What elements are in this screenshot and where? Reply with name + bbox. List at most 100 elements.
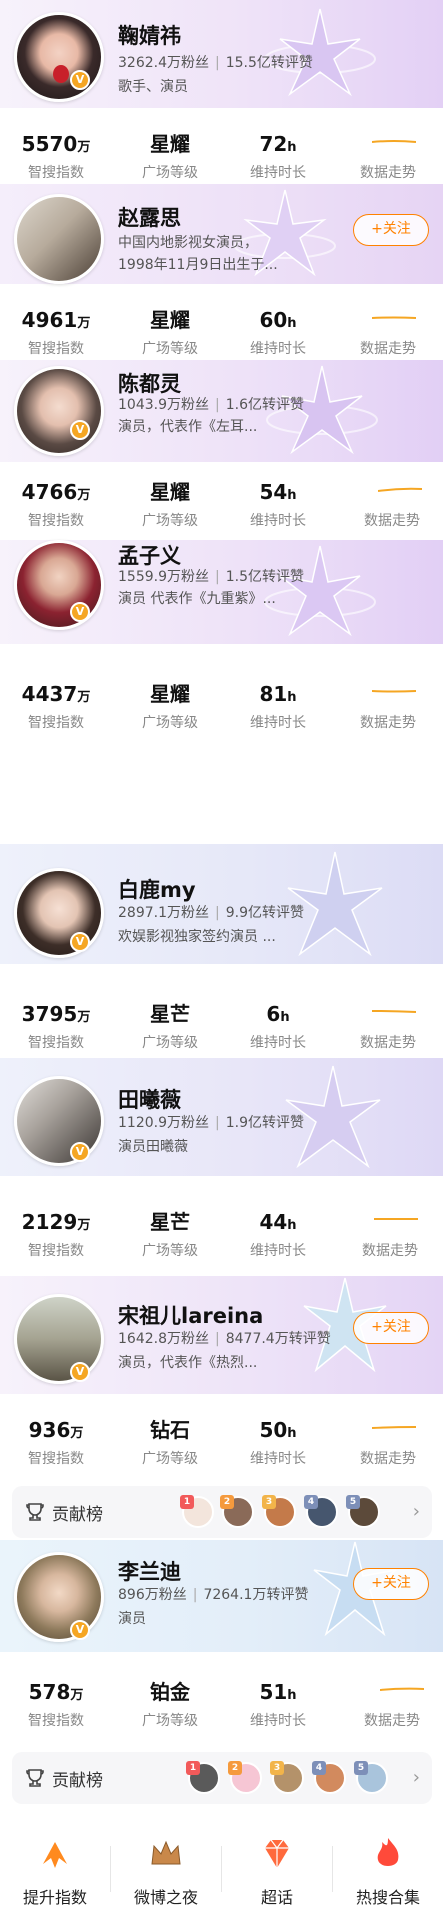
follow-button[interactable]: +关注 (353, 1312, 429, 1344)
verified-badge-icon: V (70, 70, 90, 90)
trend-label[interactable]: 数据走势 (342, 1710, 442, 1730)
fans-count: 896万粉丝 (118, 1587, 187, 1603)
artist-desc: 歌手、演员 (118, 79, 188, 95)
avatar[interactable] (14, 1552, 104, 1642)
contributor-avatar[interactable]: 4 (304, 1495, 338, 1528)
level-value: 星芒 (150, 1002, 190, 1026)
stats-row-8: 578万 智搜指数 铂金 广场等级 51h 维持时长 数据走势 (0, 1664, 443, 1744)
avatar[interactable] (14, 12, 104, 102)
duration-label: 维持时长 (250, 1451, 306, 1467)
trophy-icon (26, 1769, 44, 1787)
artist-desc: 演员，代表作《热烈... (118, 1355, 258, 1371)
contributor-avatar[interactable]: 1 (186, 1761, 220, 1794)
artist-name[interactable]: 赵露思 (118, 202, 181, 232)
level-label: 广场等级 (142, 165, 198, 181)
follow-button[interactable]: +关注 (353, 1568, 429, 1600)
avatar[interactable] (14, 194, 104, 284)
artist-name[interactable]: 白鹿my (118, 874, 196, 904)
artist-stats: 2897.1万粉丝 | 9.9亿转评赞 (118, 905, 304, 921)
reposts-count: 8477.4万转评赞 (225, 1331, 331, 1347)
contributor-avatar[interactable]: 5 (354, 1761, 388, 1794)
trend-label[interactable]: 数据走势 (338, 162, 438, 182)
verified-badge-icon: V (70, 1620, 90, 1640)
avatar[interactable] (14, 1076, 104, 1166)
crystal-star-icon (264, 545, 376, 637)
duration-label: 维持时长 (250, 715, 306, 731)
index-label: 智搜指数 (28, 1713, 84, 1729)
reposts-count: 7264.1万转评赞 (203, 1587, 309, 1603)
index-label: 智搜指数 (28, 165, 84, 181)
index-value: 4961万 (21, 308, 91, 332)
verified-badge-icon: V (70, 602, 90, 622)
trend-label[interactable]: 数据走势 (338, 1448, 438, 1468)
contributor-avatar[interactable]: 2 (228, 1761, 262, 1794)
trend-label[interactable]: 数据走势 (342, 510, 442, 530)
artist-name[interactable]: 宋祖儿lareina (118, 1300, 263, 1330)
contributor-avatar[interactable]: 1 (180, 1495, 214, 1528)
index-label: 智搜指数 (28, 715, 84, 731)
duration-value: 81h (259, 682, 297, 706)
nav-label: 热搜合集 (355, 1888, 420, 1907)
trend-label[interactable]: 数据走势 (338, 1032, 438, 1052)
trend-label[interactable]: 数据走势 (338, 712, 438, 732)
duration-value: 60h (259, 308, 297, 332)
nav-weibo-night[interactable]: 微博之夜 (111, 1826, 221, 1914)
artist-name[interactable]: 田曦薇 (118, 1084, 181, 1114)
artist-desc: 演员田曦薇 (118, 1139, 188, 1155)
nav-label: 超话 (260, 1888, 293, 1907)
nav-hot-search[interactable]: 热搜合集 (333, 1826, 443, 1914)
bottom-nav: 提升指数 微博之夜 超话 热搜合集 (0, 1826, 443, 1914)
reposts-count: 15.5亿转评赞 (225, 55, 313, 71)
duration-label: 维持时长 (250, 1243, 306, 1259)
verified-badge-icon: V (70, 932, 90, 952)
avatar[interactable] (14, 868, 104, 958)
contributor-avatar[interactable]: 2 (220, 1495, 254, 1528)
level-label: 广场等级 (142, 1713, 198, 1729)
contributor-avatar[interactable]: 5 (346, 1495, 380, 1528)
level-label: 广场等级 (142, 513, 198, 529)
fans-count: 1043.9万粉丝 (118, 397, 209, 413)
index-label: 智搜指数 (28, 1451, 84, 1467)
verified-badge-icon: V (70, 420, 90, 440)
chevron-right-icon[interactable]: › (413, 1767, 420, 1788)
nav-boost-index[interactable]: 提升指数 (0, 1826, 110, 1914)
artist-desc: 演员 代表作《九重紫》... (118, 591, 276, 607)
contributor-avatar[interactable]: 4 (312, 1761, 346, 1794)
avatar[interactable] (14, 540, 104, 630)
index-value: 578万 (28, 1680, 84, 1704)
artist-desc-2: 1998年11月9日出生于... (118, 257, 278, 273)
trend-label[interactable]: 数据走势 (340, 1240, 440, 1260)
contribution-board[interactable]: 贡献榜 1 2 3 4 5 › (12, 1486, 432, 1538)
contribution-label: 贡献榜 (52, 1505, 103, 1525)
nav-super-topic[interactable]: 超话 (222, 1826, 332, 1914)
contributor-avatar[interactable]: 3 (262, 1495, 296, 1528)
artist-name[interactable]: 李兰迪 (118, 1556, 181, 1586)
duration-label: 维持时长 (250, 165, 306, 181)
index-label: 智搜指数 (28, 1035, 84, 1051)
level-label: 广场等级 (142, 1243, 198, 1259)
verified-badge-icon: V (70, 1362, 90, 1382)
contributor-avatar[interactable]: 3 (270, 1761, 304, 1794)
chevron-right-icon[interactable]: › (413, 1501, 420, 1522)
index-value: 2129万 (21, 1210, 91, 1234)
artist-stats: 896万粉丝 | 7264.1万转评赞 (118, 1587, 309, 1603)
artist-desc: 中国内地影视女演员， (118, 235, 258, 251)
nav-label: 提升指数 (22, 1888, 87, 1907)
diamond-icon (265, 1839, 289, 1868)
artist-desc: 演员，代表作《左耳... (118, 419, 258, 435)
avatar[interactable] (14, 366, 104, 456)
trophy-icon (26, 1503, 44, 1521)
follow-button[interactable]: +关注 (353, 214, 429, 246)
avatar[interactable] (14, 1294, 104, 1384)
artist-stats: 1642.8万粉丝 | 8477.4万转评赞 (118, 1331, 331, 1347)
duration-value: 44h (259, 1210, 297, 1234)
artist-desc: 演员 (118, 1611, 146, 1627)
trend-label[interactable]: 数据走势 (338, 338, 438, 358)
nav-label: 微博之夜 (133, 1888, 198, 1907)
level-value: 星耀 (150, 308, 190, 332)
stats-row-6: 2129万 智搜指数 星芒 广场等级 44h 维持时长 数据走势 (0, 1194, 443, 1274)
artist-name[interactable]: 鞠婧祎 (118, 20, 181, 50)
index-label: 智搜指数 (28, 513, 84, 529)
level-value: 钻石 (150, 1418, 190, 1442)
contribution-board[interactable]: 贡献榜 1 2 3 4 5 › (12, 1752, 432, 1804)
